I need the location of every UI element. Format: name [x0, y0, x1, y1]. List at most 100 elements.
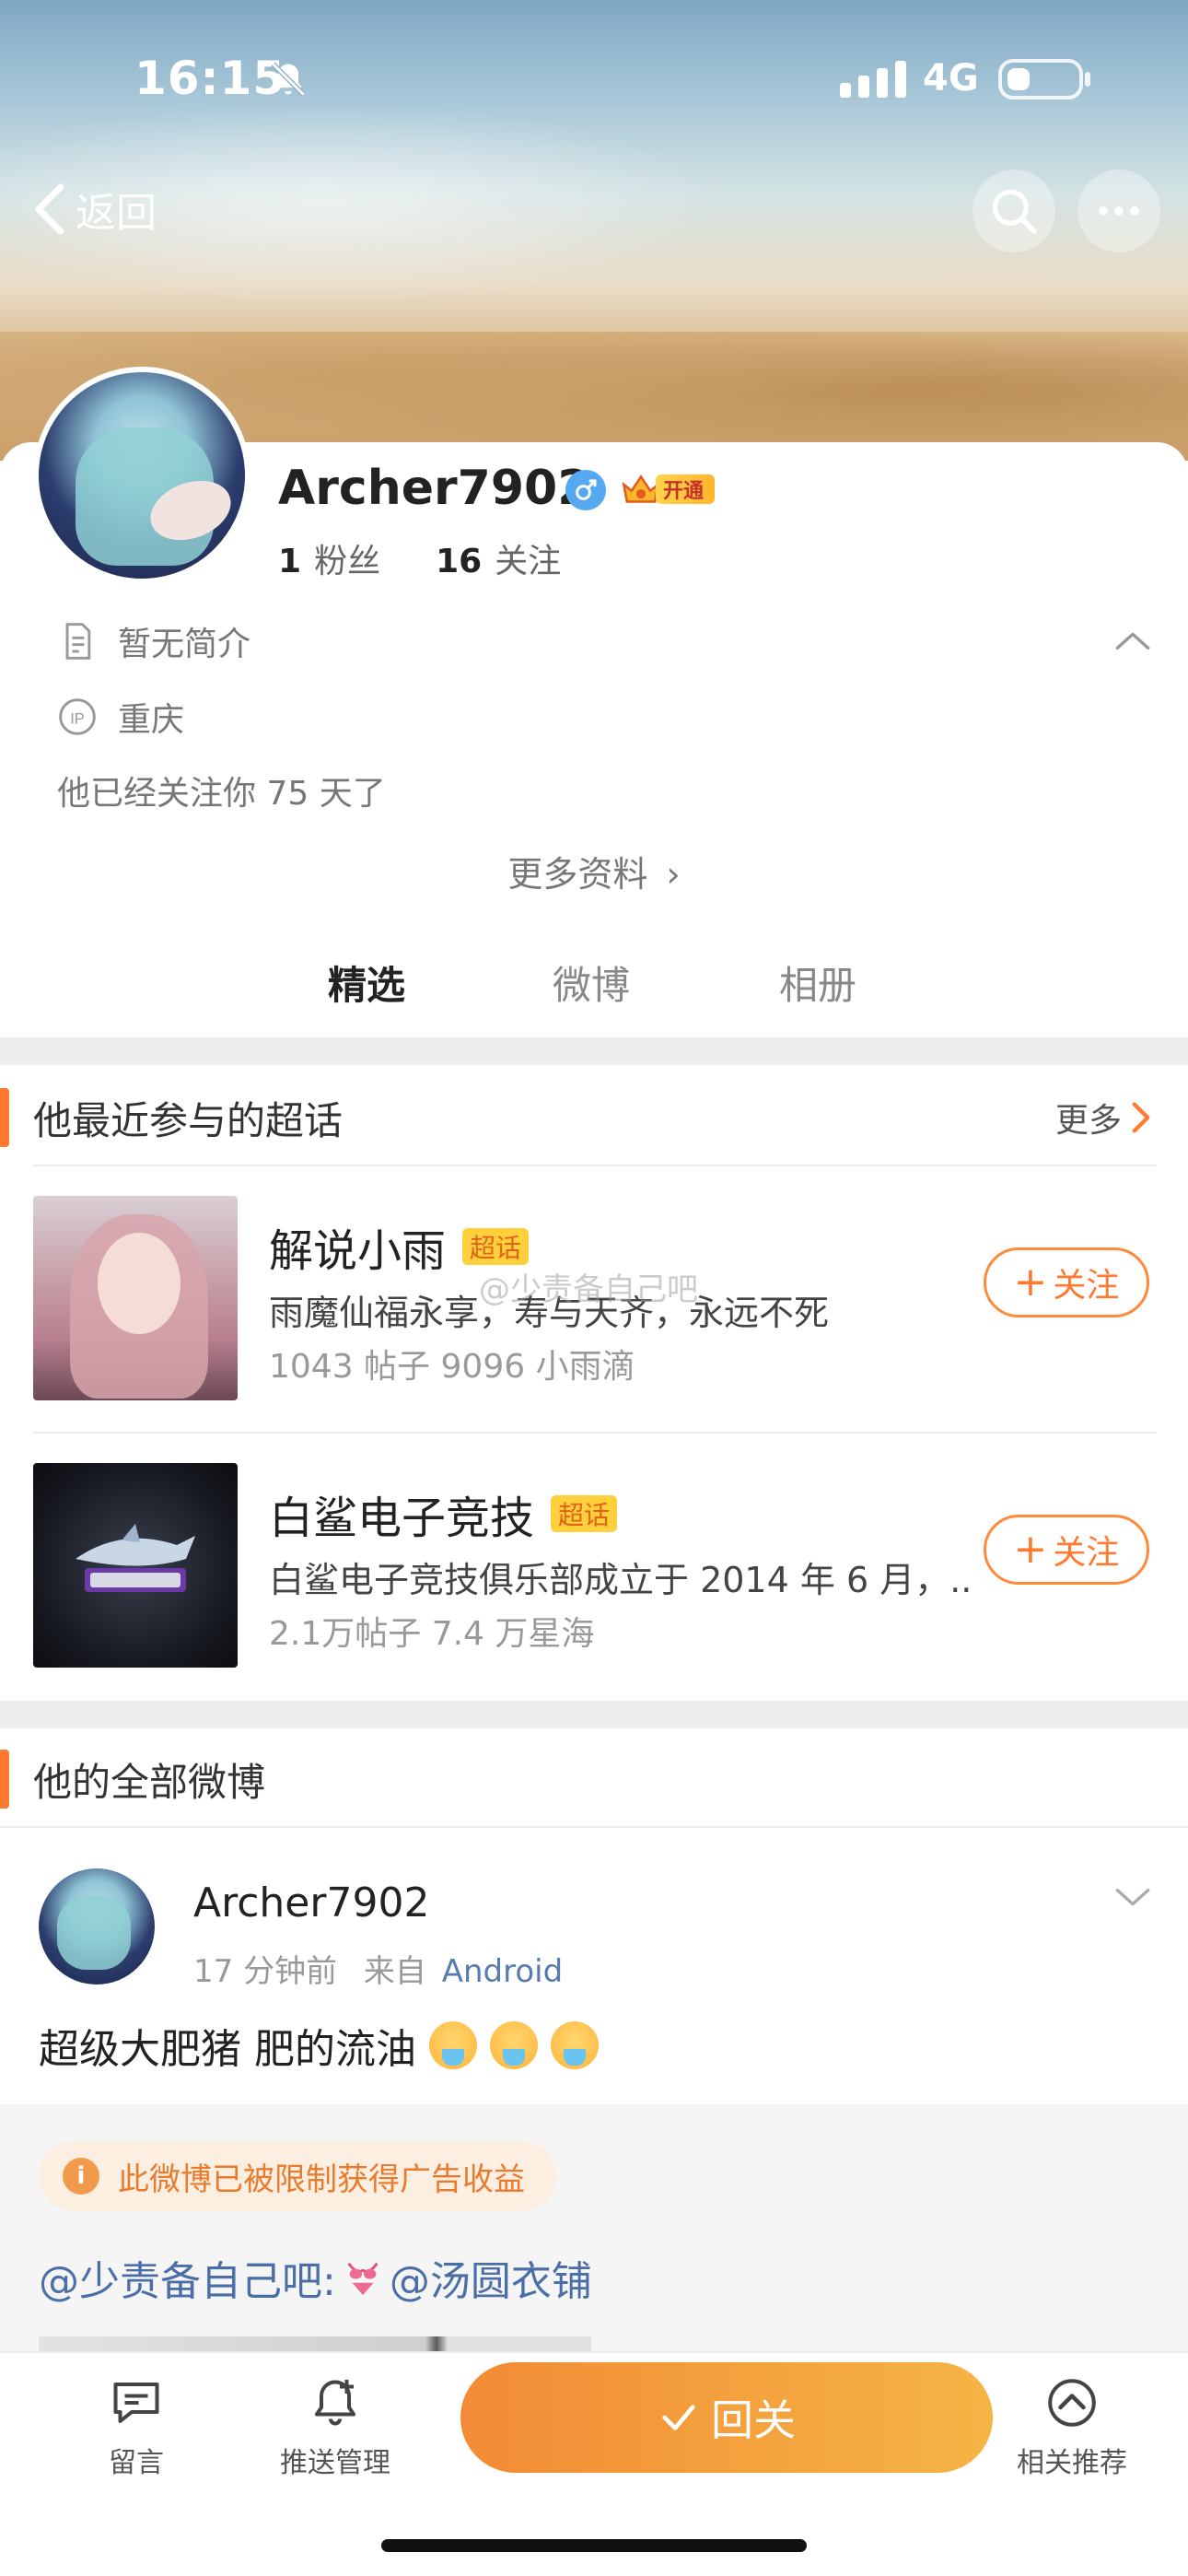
vip-open-badge[interactable]: 开通	[621, 472, 716, 507]
post-avatar[interactable]	[39, 1868, 155, 1985]
post-menu-chevron-icon[interactable]	[1114, 1885, 1151, 1911]
status-time: 16:15	[134, 52, 286, 105]
tab-featured[interactable]: 精选	[328, 954, 405, 1011]
related-recommend-label: 相关推荐	[1017, 2447, 1127, 2479]
more-label: 更多	[1054, 1102, 1122, 1140]
divider	[33, 1432, 1157, 1434]
section-divider	[0, 1701, 1188, 1728]
more-options-button[interactable]	[1077, 170, 1160, 252]
related-recommend-button[interactable]: 相关推荐	[989, 2375, 1155, 2480]
plus-icon: +	[1013, 1526, 1048, 1573]
follow-label: 关注	[1053, 1534, 1120, 1572]
mention-link[interactable]: @少责备自己吧:	[39, 2248, 336, 2307]
topic-name: 解说小雨	[269, 1225, 447, 1277]
topic-stats: 1043 帖子 9096 小雨滴	[269, 1348, 635, 1386]
following-number: 16	[436, 543, 483, 580]
chevron-right-icon	[1132, 1102, 1150, 1133]
post-content[interactable]: 超级大肥猪 肥的流油	[39, 2016, 599, 2075]
all-posts-title: 他的全部微博	[33, 1759, 266, 1805]
post-from-label: 来自	[363, 1953, 426, 1990]
more-info-link[interactable]: 更多资料 ›	[0, 846, 1188, 896]
topic-name-row: 白鲨电子竞技 超话	[269, 1481, 618, 1546]
topic-thumbnail	[33, 1196, 238, 1400]
plus-icon: +	[1013, 1259, 1048, 1306]
fans-count[interactable]: 1 粉丝	[278, 534, 380, 582]
follow-back-button[interactable]: 回关	[460, 2362, 993, 2473]
drool-emoji-icon	[429, 2021, 477, 2069]
info-icon: i	[63, 2158, 99, 2195]
post-text: 超级大肥猪 肥的流油	[39, 2026, 416, 2073]
bell-plus-icon	[315, 2380, 355, 2426]
follow-duration: 他已经关注你 75 天了	[57, 775, 386, 813]
post-source[interactable]: Android	[442, 1953, 563, 1990]
follow-back-label: 回关	[711, 2395, 796, 2445]
tab-album[interactable]: 相册	[779, 954, 856, 1011]
post-meta: 17 分钟前 来自 Android	[193, 1946, 563, 1991]
follow-topic-button[interactable]: + 关注	[984, 1515, 1149, 1585]
follow-topic-button[interactable]: + 关注	[984, 1247, 1149, 1317]
bio-row: 暂无简介	[57, 617, 250, 665]
vip-open-label: 开通	[656, 474, 716, 504]
super-topics-more[interactable]: 更多	[1055, 1094, 1153, 1142]
chevron-right-icon: ›	[666, 854, 681, 895]
follow-label: 关注	[1053, 1267, 1120, 1305]
watermark: @少责备自己吧	[479, 1271, 698, 1308]
fans-label: 粉丝	[314, 543, 381, 580]
super-topics-title: 他最近参与的超话	[33, 1097, 344, 1143]
tab-weibo[interactable]: 微博	[553, 954, 630, 1011]
following-count[interactable]: 16 关注	[436, 534, 561, 582]
network-type: 4G	[923, 57, 979, 100]
warning-text: 此微博已被限制获得广告收益	[118, 2160, 525, 2198]
section-divider	[0, 1037, 1188, 1065]
mention-link[interactable]: @汤圆衣铺	[390, 2248, 592, 2307]
collapse-chevron-icon[interactable]	[1114, 626, 1151, 654]
ip-location-icon: IP	[59, 698, 96, 735]
chevron-left-icon	[35, 183, 64, 235]
section-accent-bar	[0, 1088, 9, 1147]
search-icon	[992, 189, 1037, 234]
battery-icon	[998, 59, 1090, 100]
ad-revenue-warning[interactable]: i 此微博已被限制获得广告收益	[39, 2141, 556, 2211]
bikini-emoji-icon	[347, 2262, 379, 2296]
message-icon	[113, 2383, 159, 2423]
svg-text:IP: IP	[70, 710, 85, 727]
post-time: 17 分钟前	[193, 1953, 338, 1990]
repost-text: @少责备自己吧: @汤圆衣铺	[39, 2248, 592, 2307]
status-bar: 16:15 4G	[0, 0, 1188, 157]
ip-location-text: 重庆	[118, 701, 185, 739]
compass-up-icon	[1048, 2379, 1096, 2427]
section-accent-bar	[0, 1750, 9, 1809]
all-posts-header: 他的全部微博	[0, 1728, 1188, 1830]
home-indicator[interactable]	[381, 2539, 807, 2552]
super-topic-tag: 超话	[551, 1495, 618, 1532]
document-icon	[65, 623, 91, 660]
bio-text: 暂无简介	[118, 626, 251, 663]
male-gender-icon	[565, 470, 606, 510]
repost-area[interactable]: i 此微博已被限制获得广告收益 @少责备自己吧: @汤圆衣铺	[0, 2104, 1188, 2355]
topic-name: 白鲨电子竞技	[269, 1493, 535, 1544]
super-topic-item[interactable]: 白鲨电子竞技 超话 白鲨电子竞技俱乐部成立于 2014 年 6 月，.. 2.1…	[0, 1435, 1188, 1703]
profile-avatar[interactable]	[33, 367, 250, 584]
push-settings-button[interactable]: 推送管理	[252, 2375, 418, 2480]
divider	[0, 1826, 1188, 1828]
shark-logo-icon	[76, 1524, 195, 1592]
silent-bell-icon	[271, 62, 306, 97]
push-settings-label: 推送管理	[280, 2447, 390, 2479]
comment-button[interactable]: 留言	[53, 2375, 219, 2480]
post-username[interactable]: Archer7902	[193, 1879, 429, 1926]
profile-tabs: 精选 微博 相册	[0, 940, 1188, 1047]
search-button[interactable]	[973, 170, 1055, 252]
following-label: 关注	[495, 543, 562, 580]
fans-number: 1	[278, 543, 302, 580]
super-topic-tag: 超话	[462, 1228, 530, 1265]
divider	[33, 1165, 1157, 1166]
comment-label: 留言	[109, 2447, 164, 2479]
more-info-label: 更多资料	[507, 854, 648, 895]
back-button[interactable]: 返回	[31, 177, 157, 241]
checkmark-icon	[662, 2405, 695, 2430]
topic-thumbnail	[33, 1463, 238, 1668]
signal-icon	[840, 61, 906, 98]
more-dots-icon	[1099, 206, 1139, 216]
profile-username: Archer7902	[278, 461, 591, 516]
profile-counts: 1 粉丝 16 关注	[278, 534, 616, 582]
